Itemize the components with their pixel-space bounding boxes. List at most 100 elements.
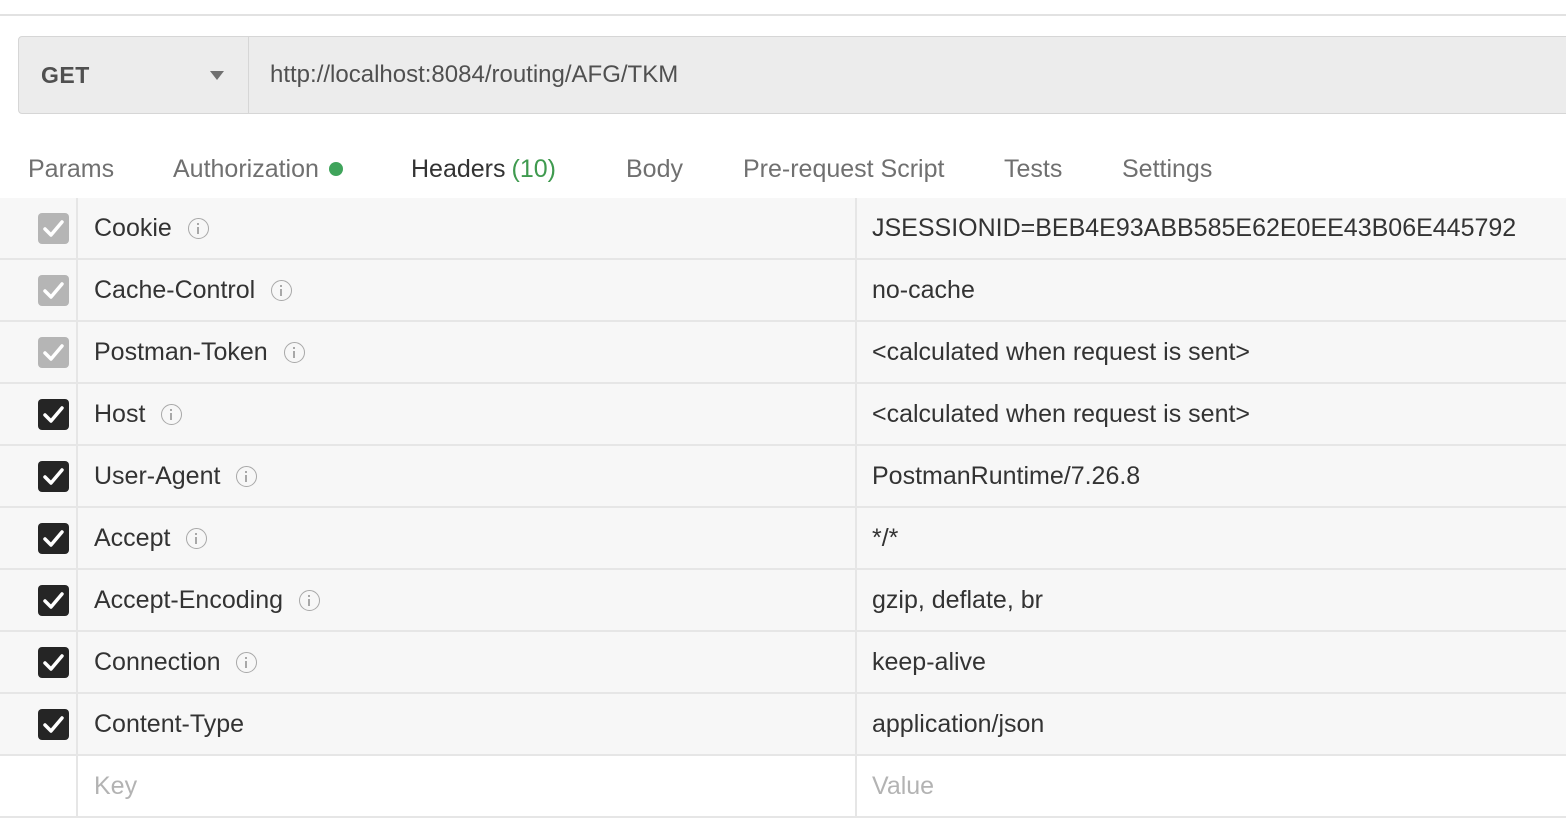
checkbox-cell bbox=[0, 198, 78, 258]
new-value-input[interactable]: Value bbox=[857, 756, 1566, 816]
header-key-text: Cache-Control bbox=[94, 275, 256, 304]
header-checkbox[interactable] bbox=[38, 461, 69, 492]
checkbox-cell bbox=[0, 508, 78, 568]
check-icon bbox=[43, 282, 64, 299]
method-label: GET bbox=[41, 61, 90, 88]
header-key-text: Cookie bbox=[94, 213, 172, 242]
checkbox-cell bbox=[0, 446, 78, 506]
url-input[interactable]: http://localhost:8084/routing/AFG/TKM bbox=[249, 37, 1566, 113]
key-placeholder: Key bbox=[94, 771, 138, 800]
check-icon bbox=[43, 468, 64, 485]
header-checkbox[interactable] bbox=[38, 647, 69, 678]
value-placeholder: Value bbox=[872, 771, 935, 800]
tab-pre-request-script[interactable]: Pre-request Script bbox=[743, 138, 944, 202]
table-row: Postman-Token <calculated when request i… bbox=[0, 322, 1566, 384]
header-value[interactable]: PostmanRuntime/7.26.8 bbox=[857, 446, 1566, 506]
header-key[interactable]: User-Agent bbox=[78, 446, 857, 506]
checkbox-cell bbox=[0, 632, 78, 692]
header-value[interactable]: JSESSIONID=BEB4E93ABB585E62E0EE43B06E445… bbox=[857, 198, 1566, 258]
header-value[interactable]: application/json bbox=[857, 694, 1566, 754]
header-value[interactable]: keep-alive bbox=[857, 632, 1566, 692]
header-checkbox[interactable] bbox=[38, 709, 69, 740]
table-row: User-Agent PostmanRuntime/7.26.8 bbox=[0, 446, 1566, 508]
headers-table: Cookie JSESSIONID=BEB4E93ABB585E62E0EE43… bbox=[0, 198, 1566, 818]
checkbox-cell bbox=[0, 260, 78, 320]
checkbox-cell bbox=[0, 322, 78, 382]
header-key-text: Accept-Encoding bbox=[94, 585, 284, 614]
header-key-text: Accept bbox=[94, 523, 171, 552]
header-value[interactable]: <calculated when request is sent> bbox=[857, 322, 1566, 382]
tab-body[interactable]: Body bbox=[626, 138, 683, 202]
tab-label: Settings bbox=[1122, 155, 1213, 183]
check-icon bbox=[43, 716, 64, 733]
table-row: Accept-Encoding gzip, deflate, br bbox=[0, 570, 1566, 632]
header-key[interactable]: Host bbox=[78, 384, 857, 444]
new-key-input[interactable]: Key bbox=[78, 756, 857, 816]
header-key[interactable]: Cookie bbox=[78, 198, 857, 258]
info-icon[interactable] bbox=[186, 527, 208, 549]
header-key-text: Postman-Token bbox=[94, 337, 268, 366]
tab-tests[interactable]: Tests bbox=[1004, 138, 1062, 202]
header-key[interactable]: Connection bbox=[78, 632, 857, 692]
tab-label: Params bbox=[28, 155, 115, 183]
info-icon[interactable] bbox=[236, 651, 258, 673]
info-icon[interactable] bbox=[161, 403, 183, 425]
check-icon bbox=[43, 220, 64, 237]
table-row: Host <calculated when request is sent> bbox=[0, 384, 1566, 446]
header-value[interactable]: <calculated when request is sent> bbox=[857, 384, 1566, 444]
tab-settings[interactable]: Settings bbox=[1122, 138, 1212, 202]
header-key[interactable]: Content-Type bbox=[78, 694, 857, 754]
check-icon bbox=[43, 344, 64, 361]
info-icon[interactable] bbox=[236, 465, 258, 487]
tab-headers[interactable]: Headers (10) bbox=[411, 138, 556, 202]
info-icon[interactable] bbox=[299, 589, 321, 611]
header-key[interactable]: Accept-Encoding bbox=[78, 570, 857, 630]
header-key[interactable]: Postman-Token bbox=[78, 322, 857, 382]
header-key-text: Host bbox=[94, 399, 146, 428]
check-icon bbox=[43, 654, 64, 671]
header-key-text: Content-Type bbox=[94, 709, 245, 738]
info-icon[interactable] bbox=[187, 217, 209, 239]
tab-label: Authorization bbox=[173, 155, 319, 183]
header-key-text: Connection bbox=[94, 647, 221, 676]
table-row: Connection keep-alive bbox=[0, 632, 1566, 694]
header-checkbox[interactable] bbox=[38, 399, 69, 430]
chevron-down-icon bbox=[210, 71, 224, 80]
checkbox-cell bbox=[0, 384, 78, 444]
check-icon bbox=[43, 406, 64, 423]
check-icon bbox=[43, 592, 64, 609]
header-value[interactable]: gzip, deflate, br bbox=[857, 570, 1566, 630]
tab-label: Body bbox=[626, 155, 683, 183]
info-icon[interactable] bbox=[283, 341, 305, 363]
tab-params[interactable]: Params bbox=[28, 138, 114, 202]
new-header-row: Key Value bbox=[0, 756, 1566, 818]
checkbox-cell bbox=[0, 756, 78, 816]
header-checkbox[interactable] bbox=[38, 275, 69, 306]
tab-authorization[interactable]: Authorization bbox=[173, 138, 343, 202]
check-icon bbox=[43, 530, 64, 547]
header-value[interactable]: no-cache bbox=[857, 260, 1566, 320]
header-key-text: User-Agent bbox=[94, 461, 221, 490]
header-key[interactable]: Cache-Control bbox=[78, 260, 857, 320]
header-checkbox[interactable] bbox=[38, 523, 69, 554]
header-checkbox[interactable] bbox=[38, 337, 69, 368]
header-checkbox[interactable] bbox=[38, 213, 69, 244]
tab-label: Headers bbox=[411, 155, 506, 183]
table-row: Cache-Control no-cache bbox=[0, 260, 1566, 322]
checkbox-cell bbox=[0, 694, 78, 754]
table-row: Cookie JSESSIONID=BEB4E93ABB585E62E0EE43… bbox=[0, 198, 1566, 260]
request-bar: GET http://localhost:8084/routing/AFG/TK… bbox=[18, 36, 1566, 114]
tab-label: Pre-request Script bbox=[743, 155, 945, 183]
request-tabs: Params Authorization Headers (10) Body Pr… bbox=[0, 138, 1566, 202]
table-row: Content-Type application/json bbox=[0, 694, 1566, 756]
tab-count-badge: (10) bbox=[511, 155, 556, 183]
method-select[interactable]: GET bbox=[19, 37, 249, 113]
header-value[interactable]: */* bbox=[857, 508, 1566, 568]
header-key[interactable]: Accept bbox=[78, 508, 857, 568]
header-checkbox[interactable] bbox=[38, 585, 69, 616]
top-divider bbox=[0, 14, 1566, 16]
info-icon[interactable] bbox=[271, 279, 293, 301]
status-dot-icon bbox=[328, 162, 343, 176]
table-row: Accept */* bbox=[0, 508, 1566, 570]
checkbox-cell bbox=[0, 570, 78, 630]
